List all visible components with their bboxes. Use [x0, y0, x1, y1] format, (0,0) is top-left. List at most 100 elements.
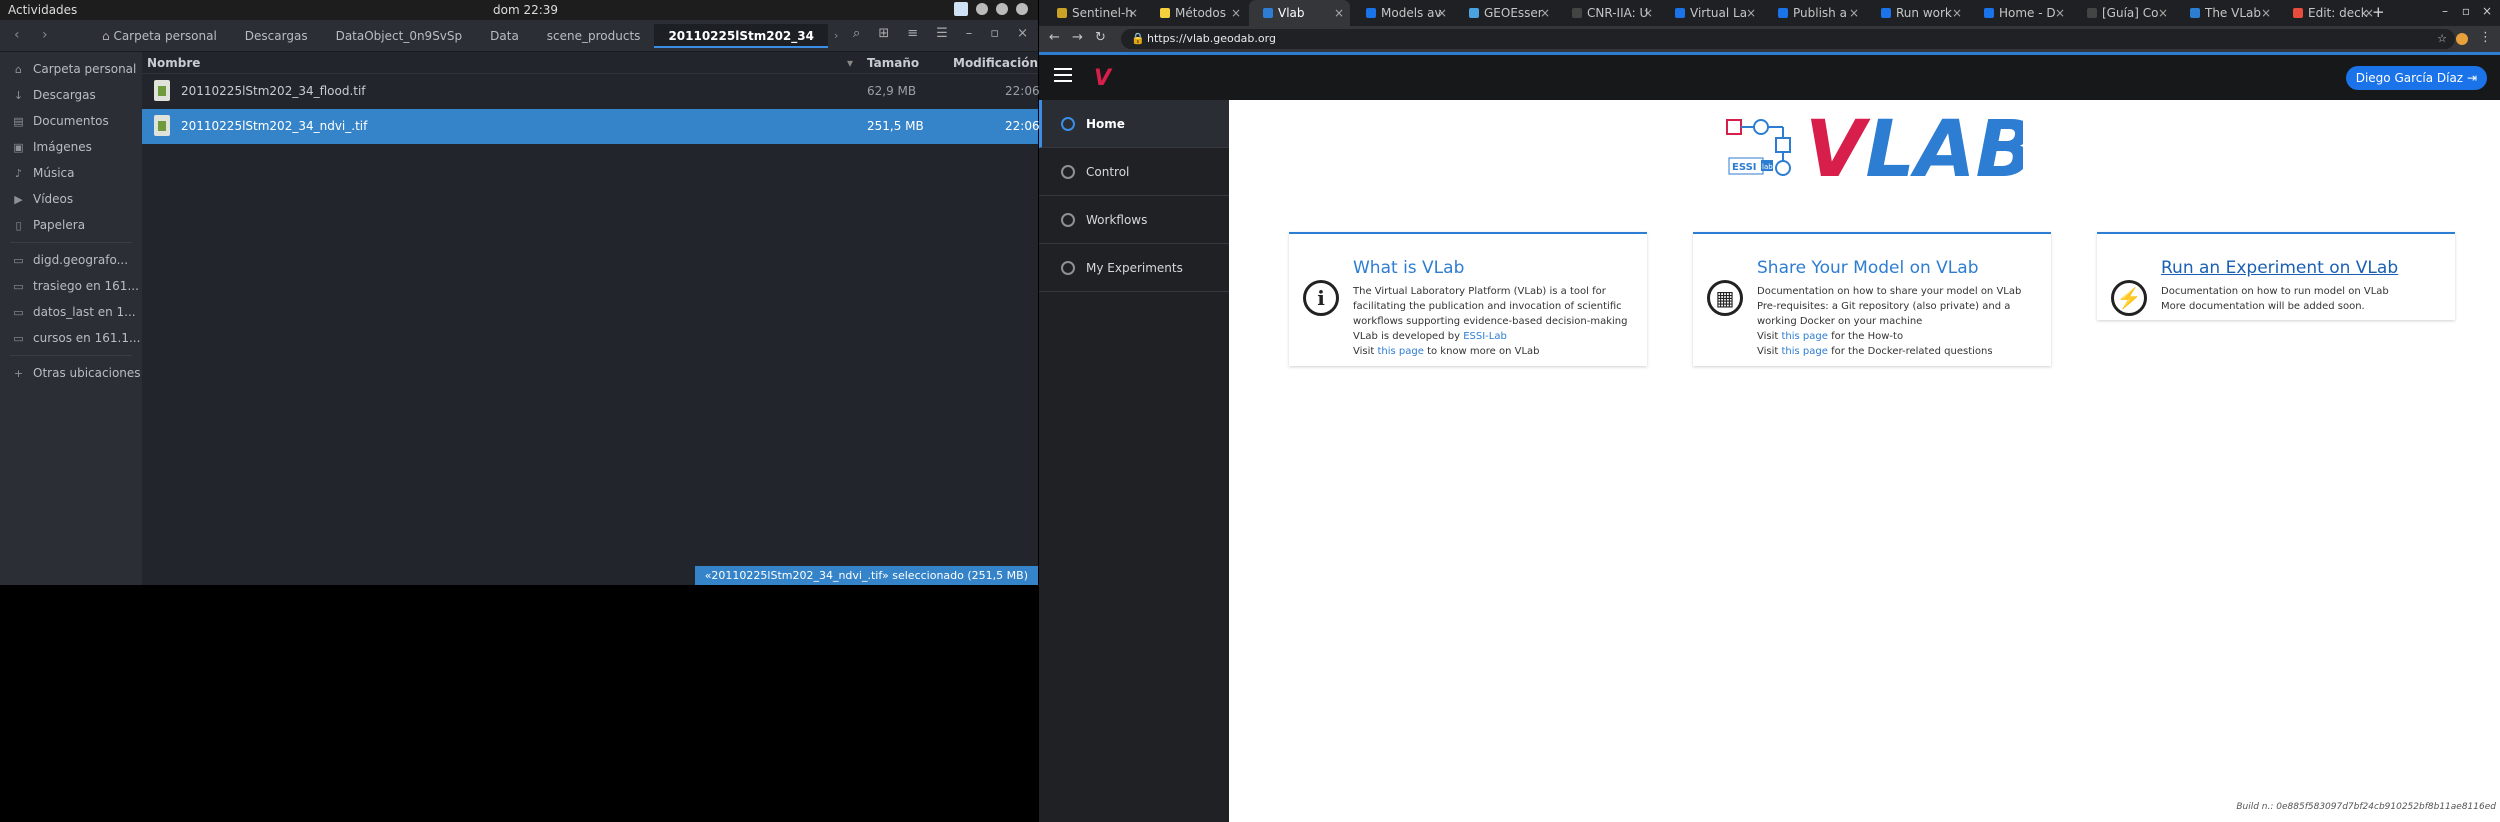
- maximize-icon[interactable]: ▫: [990, 26, 999, 41]
- column-name[interactable]: Nombre: [147, 56, 200, 70]
- browser-tab[interactable]: Home - D ×: [1970, 0, 2071, 26]
- list-options-icon[interactable]: ≡: [907, 26, 918, 41]
- user-account-button[interactable]: Diego García Díaz ⇥: [2345, 66, 2487, 90]
- app-indicator-icon[interactable]: [954, 2, 968, 16]
- clock[interactable]: dom 22:39: [493, 3, 558, 17]
- close-icon[interactable]: ×: [1017, 26, 1028, 41]
- favicon-icon: [1572, 8, 1582, 18]
- browser-tab[interactable]: Publish a ×: [1764, 0, 1865, 26]
- breadcrumb-home[interactable]: Carpeta personal: [88, 24, 231, 48]
- close-tab-icon[interactable]: ×: [2261, 0, 2271, 26]
- sidebar-item-0[interactable]: ⌂ Carpeta personal: [0, 56, 142, 82]
- browser-tab[interactable]: Métodos ×: [1146, 0, 1247, 26]
- sidebar-item-9[interactable]: ▭ datos_last en 1...: [0, 299, 142, 325]
- sidebar-item-6[interactable]: ▯ Papelera: [0, 212, 142, 238]
- sidebar-item-1[interactable]: ↓ Descargas: [0, 82, 142, 108]
- sidebar-item-5[interactable]: ▶ Vídeos: [0, 186, 142, 212]
- browser-tab[interactable]: The VLab ×: [2176, 0, 2277, 26]
- breadcrumb-descargas[interactable]: Descargas: [231, 24, 322, 48]
- lock-icon[interactable]: 🔒: [1131, 29, 1145, 49]
- address-bar[interactable]: 🔒 https://vlab.geodab.org ☆: [1121, 29, 2455, 49]
- browser-tab[interactable]: Models av ×: [1352, 0, 1453, 26]
- sidebar-item-7[interactable]: ▭ digd.geografo...: [0, 247, 142, 273]
- browser-tab[interactable]: Run work ×: [1867, 0, 1968, 26]
- close-tab-icon[interactable]: ×: [1231, 0, 1241, 26]
- close-tab-icon[interactable]: ×: [1643, 0, 1653, 26]
- new-tab-button[interactable]: +: [2372, 3, 2385, 21]
- vlab-mini-logo[interactable]: V: [1094, 66, 1111, 91]
- card-text: Visit: [1757, 331, 1779, 342]
- search-icon[interactable]: ⌕: [853, 26, 860, 41]
- forward-icon[interactable]: →: [1072, 30, 1083, 45]
- minimize-icon[interactable]: –: [966, 26, 973, 41]
- minimize-icon[interactable]: –: [2442, 4, 2448, 18]
- browser-tab[interactable]: Edit: deck ×: [2279, 0, 2380, 26]
- sidebar-item-3[interactable]: ▣ Imágenes: [0, 134, 142, 160]
- download-icon: ↓: [13, 88, 24, 102]
- favicon-icon: [1160, 8, 1170, 18]
- essi-lab-link[interactable]: ESSI-Lab: [1463, 331, 1507, 342]
- activities-button[interactable]: Actividades: [8, 3, 77, 17]
- close-tab-icon[interactable]: ×: [1952, 0, 1962, 26]
- docker-link[interactable]: this page: [1782, 346, 1828, 357]
- card-title[interactable]: Run an Experiment on VLab: [2161, 258, 2398, 278]
- card-body: Documentation on how to share your model…: [1757, 284, 2041, 359]
- volume-icon[interactable]: [996, 3, 1008, 15]
- menu-icon[interactable]: ☰: [936, 26, 948, 41]
- close-tab-icon[interactable]: ×: [1746, 0, 1756, 26]
- nav-item-my-experiments[interactable]: My Experiments: [1039, 244, 1229, 292]
- back-arrow-icon[interactable]: ‹: [14, 27, 20, 43]
- sort-desc-icon[interactable]: ▾: [847, 56, 853, 70]
- close-icon[interactable]: ×: [2482, 4, 2492, 18]
- extension-icon[interactable]: [2456, 33, 2468, 45]
- browser-tab[interactable]: CNR-IIA: U ×: [1558, 0, 1659, 26]
- nav-item-home[interactable]: Home: [1039, 100, 1229, 148]
- browser-tab[interactable]: Vlab ×: [1249, 0, 1350, 26]
- logo-wordmark: VLAB: [1805, 112, 2023, 194]
- browser-tab[interactable]: [Guía] Co ×: [2073, 0, 2174, 26]
- grid-view-icon[interactable]: ⊞: [878, 26, 889, 41]
- sidebar-item-label: Otras ubicaciones: [33, 366, 141, 380]
- hamburger-menu-icon[interactable]: [1054, 68, 1072, 86]
- close-tab-icon[interactable]: ×: [1437, 0, 1447, 26]
- bookmark-star-icon[interactable]: ☆: [2437, 29, 2447, 49]
- sidebar-item-2[interactable]: ▤ Documentos: [0, 108, 142, 134]
- close-tab-icon[interactable]: ×: [1128, 0, 1138, 26]
- close-tab-icon[interactable]: ×: [1540, 0, 1550, 26]
- sidebar-item-10[interactable]: ▭ cursos en 161.1...: [0, 325, 142, 351]
- close-tab-icon[interactable]: ×: [2158, 0, 2168, 26]
- breadcrumb-scene-products[interactable]: scene_products: [533, 24, 655, 48]
- nav-item-control[interactable]: Control: [1039, 148, 1229, 196]
- breadcrumb-data[interactable]: Data: [476, 24, 533, 48]
- network-icon[interactable]: [976, 3, 988, 15]
- close-tab-icon[interactable]: ×: [1334, 0, 1344, 26]
- this-page-link[interactable]: this page: [1378, 346, 1424, 357]
- breadcrumb-current[interactable]: 20110225lStm202_34: [654, 24, 828, 48]
- sidebar-item-11[interactable]: + Otras ubicaciones: [0, 360, 142, 386]
- browser-tab[interactable]: Sentinel-h ×: [1043, 0, 1144, 26]
- forward-arrow-icon[interactable]: ›: [42, 27, 48, 43]
- browser-tab[interactable]: Virtual La ×: [1661, 0, 1762, 26]
- maximize-icon[interactable]: ▫: [2462, 4, 2470, 18]
- sidebar-item-8[interactable]: ▭ trasiego en 161...: [0, 273, 142, 299]
- nav-item-workflows[interactable]: Workflows: [1039, 196, 1229, 244]
- back-icon[interactable]: ←: [1049, 30, 1060, 45]
- breadcrumb-dataobject[interactable]: DataObject_0n9SvSp: [322, 24, 477, 48]
- close-tab-icon[interactable]: ×: [2055, 0, 2065, 26]
- file-row[interactable]: 20110225lStm202_34_ndvi_.tif 251,5 MB 22:0…: [142, 109, 1040, 144]
- browser-tab[interactable]: GEOEsser ×: [1455, 0, 1556, 26]
- howto-link[interactable]: this page: [1782, 331, 1828, 342]
- file-list-view: Nombre ▾ Tamaño Modificación 20110225lSt…: [142, 52, 1040, 585]
- sidebar-item-4[interactable]: ♪ Música: [0, 160, 142, 186]
- reload-icon[interactable]: ↻: [1095, 30, 1106, 45]
- column-size[interactable]: Tamaño: [867, 56, 919, 70]
- system-tray[interactable]: [954, 2, 1028, 16]
- browser-menu-icon[interactable]: ⋮: [2479, 30, 2492, 45]
- vlab-logo: ESSI lab VLAB: [1726, 112, 2023, 194]
- favicon-icon: [1984, 8, 1994, 18]
- column-modified[interactable]: Modificación: [953, 56, 1038, 70]
- breadcrumb-next-icon[interactable]: ›: [828, 24, 844, 48]
- close-tab-icon[interactable]: ×: [1849, 0, 1859, 26]
- file-row[interactable]: 20110225lStm202_34_flood.tif 62,9 MB 22:06: [142, 74, 1040, 109]
- power-icon[interactable]: [1016, 3, 1028, 15]
